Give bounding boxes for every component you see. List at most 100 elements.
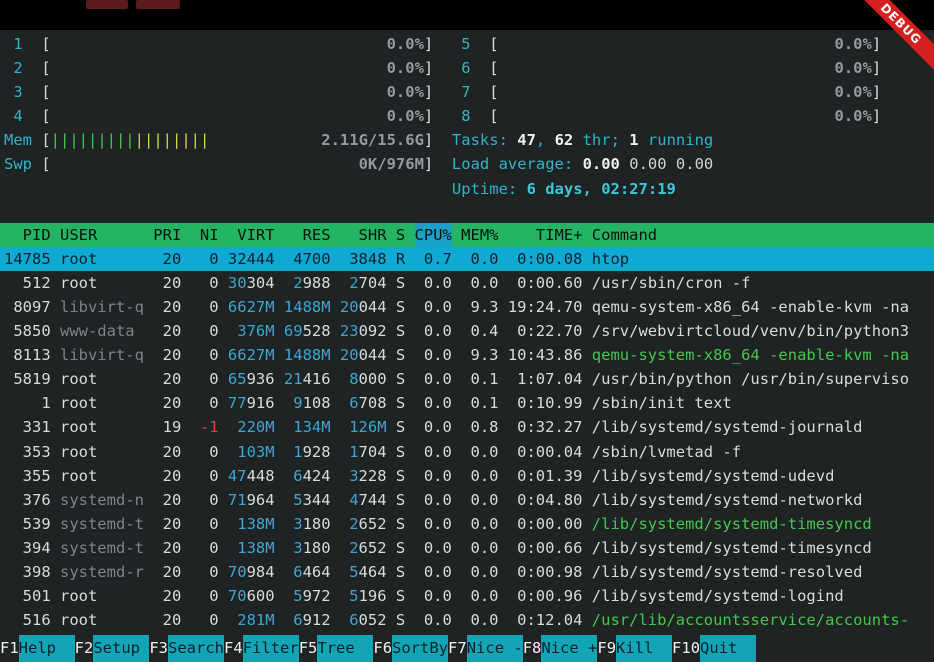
user-cell: root — [60, 271, 144, 295]
command-cell: /usr/lib/accountsservice/accounts- — [592, 608, 934, 632]
command-cell: /lib/systemd/systemd-journald — [592, 415, 934, 439]
memory-value: 281M — [237, 611, 274, 629]
process-row[interactable]: 398systemd-r2007098464645464S0.00.00:00.… — [0, 560, 934, 584]
process-row[interactable]: 331root19-1220M134M126MS0.00.80:32.27/li… — [0, 415, 934, 439]
meter-bracket: ] — [424, 107, 433, 125]
mem-percent-cell: 0.4 — [461, 319, 498, 343]
pid-cell: 376 — [4, 488, 51, 512]
process-row[interactable]: 1root2007791691086708S0.00.10:10.99/sbin… — [0, 391, 934, 415]
htop-terminal-window: DEBUG 1[0.0%] 2[0.0%] 3[0.0%] 4[0.0%]Mem… — [0, 0, 934, 662]
memory-value-kb: 652 — [359, 515, 387, 533]
time-cell: 0:00.96 — [508, 584, 583, 608]
process-row[interactable]: 8097libvirt-q2006627M1488M20044S0.09.319… — [0, 295, 934, 319]
column-header-pid[interactable]: PID — [4, 223, 51, 247]
fnkey-f9-kill[interactable]: F9Kill — [597, 635, 672, 662]
memory-value-kb: 416 — [303, 370, 331, 388]
virt-cell: 138M — [228, 512, 275, 536]
text-segment: 0.00 — [629, 155, 676, 173]
fnkey-f6-sortby[interactable]: F6SortBy — [373, 635, 448, 662]
user-cell: root — [60, 608, 144, 632]
user-cell: systemd-t — [60, 512, 144, 536]
process-row[interactable]: 355root2004744864243228S0.00.00:01.39/li… — [0, 464, 934, 488]
process-row[interactable]: 353root200103M19281704S0.00.00:00.04/sbi… — [0, 440, 934, 464]
column-header-mem[interactable]: MEM% — [461, 223, 498, 247]
column-header-res[interactable]: RES — [284, 223, 331, 247]
process-row[interactable]: 5819root20065936214168000S0.00.11:07.04/… — [0, 367, 934, 391]
memory-value: 6627M — [228, 298, 275, 316]
column-header-ni[interactable]: NI — [191, 223, 219, 247]
column-header-user[interactable]: USER — [60, 223, 144, 247]
fnkey-action-label: Kill — [616, 635, 672, 662]
nice-cell: 0 — [191, 343, 219, 367]
column-header-shr[interactable]: SHR — [340, 223, 387, 247]
memory-value-mb: 5 — [293, 491, 302, 509]
cpu-percent-cell: 0.0 — [415, 391, 452, 415]
cpu-meters-right: 5[0.0%] 6[0.0%] 7[0.0%] 8[0.0%] — [452, 32, 881, 128]
column-header-command[interactable]: Command — [592, 223, 934, 247]
res-cell: 69528 — [284, 319, 331, 343]
shr-cell: 20044 — [340, 343, 387, 367]
meter-bracket: [ — [41, 83, 50, 101]
meter-label: 5 — [452, 35, 471, 53]
pid-cell: 394 — [4, 536, 51, 560]
column-header-cpu[interactable]: CPU% — [415, 223, 452, 247]
command-cell: qemu-system-x86_64 -enable-kvm -na — [592, 343, 934, 367]
mem-percent-cell: 0.0 — [461, 512, 498, 536]
process-row[interactable]: 5850www-data200376M6952823092S0.00.40:22… — [0, 319, 934, 343]
virt-cell: 6627M — [228, 295, 275, 319]
pid-cell: 8113 — [4, 343, 51, 367]
fnkey-f8-nice-[interactable]: F8Nice + — [523, 635, 598, 662]
process-row[interactable]: 501root2007060059725196S0.00.00:00.96/li… — [0, 584, 934, 608]
memory-value-mb: 70 — [228, 587, 247, 605]
pid-cell: 398 — [4, 560, 51, 584]
priority-cell: 20 — [153, 512, 181, 536]
cpu-meter-3: 3[0.0%] — [4, 80, 433, 104]
fnkey-f2-setup[interactable]: F2Setup — [75, 635, 150, 662]
time-cell: 1:07.04 — [508, 367, 583, 391]
column-header-virt[interactable]: VIRT — [228, 223, 275, 247]
meter-value: 0.0% — [835, 104, 872, 128]
fnkey-key: F10 — [672, 635, 700, 662]
pid-cell: 1 — [4, 391, 51, 415]
res-cell: 3180 — [284, 512, 331, 536]
meter-value: 2.11G/15.6G — [321, 128, 424, 152]
meter-bracket: [ — [489, 59, 498, 77]
fnkey-f4-filter[interactable]: F4Filter — [224, 635, 299, 662]
nice-cell: 0 — [191, 560, 219, 584]
fnkey-f3-search[interactable]: F3Search — [149, 635, 224, 662]
fnkey-action-label: Setup — [93, 635, 149, 662]
mem-percent-cell: 0.8 — [461, 415, 498, 439]
process-row[interactable]: 376systemd-n2007196453444744S0.00.00:04.… — [0, 488, 934, 512]
memory-value-kb: 044 — [359, 298, 387, 316]
process-row[interactable]: 8113libvirt-q2006627M1488M20044S0.09.310… — [0, 343, 934, 367]
process-row[interactable]: 516root200281M69126052S0.00.00:12.04/usr… — [0, 608, 934, 632]
meter-bracket: ] — [424, 155, 433, 173]
meter-value: 0.0% — [387, 80, 424, 104]
memory-value-kb: 464 — [303, 563, 331, 581]
user-cell: libvirt-q — [60, 343, 144, 367]
column-header-pri[interactable]: PRI — [153, 223, 181, 247]
memory-value-kb: 052 — [359, 611, 387, 629]
memory-meter: Mem[|||||||||||||||||2.11G/15.6G] — [4, 128, 433, 152]
fnkey-f7-nice-[interactable]: F7Nice - — [448, 635, 523, 662]
process-row[interactable]: 539systemd-t200138M31802652S0.00.00:00.0… — [0, 512, 934, 536]
fnkey-f1-help[interactable]: F1Help — [0, 635, 75, 662]
state-cell: S — [396, 295, 405, 319]
process-row[interactable]: 394systemd-t200138M31802652S0.00.00:00.6… — [0, 536, 934, 560]
nice-cell: 0 — [191, 488, 219, 512]
shr-cell: 3228 — [340, 464, 387, 488]
fnkey-f10-quit[interactable]: F10Quit — [672, 635, 756, 662]
pid-cell: 331 — [4, 415, 51, 439]
memory-value-mb: 30 — [228, 274, 247, 292]
process-row-selected[interactable]: 14785root2003244447003848R0.70.00:00.08h… — [0, 247, 934, 271]
process-row[interactable]: 512root2003030429882704S0.00.00:00.60/us… — [0, 271, 934, 295]
virt-cell: 65936 — [228, 367, 275, 391]
text-segment: Tasks: — [452, 131, 517, 149]
memory-value: 1488M — [284, 298, 331, 316]
column-header-s[interactable]: S — [396, 223, 405, 247]
column-header-time[interactable]: TIME+ — [508, 223, 583, 247]
meter-bar-yellow: |||||||| — [135, 131, 210, 149]
nice-cell: 0 — [191, 247, 219, 271]
fnkey-f5-tree[interactable]: F5Tree — [299, 635, 374, 662]
virt-cell: 220M — [228, 415, 275, 439]
